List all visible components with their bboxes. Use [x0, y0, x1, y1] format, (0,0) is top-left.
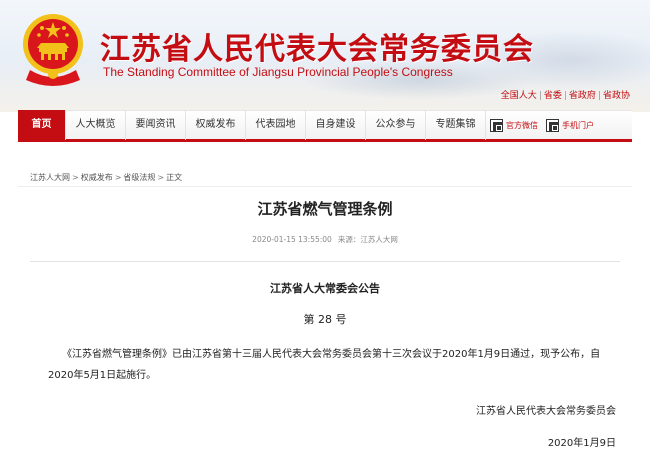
meta-divider	[30, 261, 620, 262]
wechat-label: 官方微信	[506, 120, 538, 130]
nav-item-deputies[interactable]: 代表园地	[246, 110, 306, 140]
notice-title: 江苏省人大常委会公告	[270, 282, 380, 295]
breadcrumb-item-home[interactable]: 江苏人大网	[30, 173, 70, 182]
article-meta: 2020-01-15 13:55:00 来源：江苏人大网	[0, 234, 650, 245]
top-link-cppcc[interactable]: 省政协	[603, 91, 630, 101]
signer: 江苏省人民代表大会常务委员会	[476, 406, 616, 417]
nav-item-overview[interactable]: 人大概览	[66, 110, 126, 140]
mobile-portal-link[interactable]: 手机门户	[542, 110, 598, 140]
header-banner: 江苏省人民代表大会常务委员会 The Standing Committee of…	[0, 0, 650, 112]
nav-item-topics[interactable]: 专题集锦	[426, 110, 486, 140]
breadcrumb: 江苏人大网 > 权威发布 > 省级法规 > 正文	[30, 173, 183, 182]
breadcrumb-item-regulations[interactable]: 省级法规	[123, 173, 155, 182]
nav-item-self-building[interactable]: 自身建设	[306, 110, 366, 140]
article-body: 《江苏省燃气管理条例》已由江苏省第十三届人民代表大会常务委员会第十三次会议于20…	[48, 349, 601, 381]
breadcrumb-item-current: 正文	[166, 173, 183, 182]
top-link-npc[interactable]: 全国人大	[501, 91, 537, 101]
nav-item-releases[interactable]: 权威发布	[186, 110, 246, 140]
main-nav: 首页 人大概览 要闻资讯 权威发布 代表园地 自身建设 公众参与 专题集锦 官方…	[18, 110, 632, 142]
qr-code-icon	[546, 118, 559, 132]
qr-code-icon	[490, 118, 503, 132]
notice-number: 第 28 号	[303, 313, 347, 326]
site-title: 江苏省人民代表大会常务委员会	[100, 32, 534, 67]
breadcrumb-divider	[18, 186, 632, 187]
nav-item-public-participation[interactable]: 公众参与	[366, 110, 426, 140]
nav-item-news[interactable]: 要闻资讯	[126, 110, 186, 140]
top-link-provincial-committee[interactable]: 省委	[544, 91, 562, 101]
article-source: 来源：江苏人大网	[337, 235, 398, 244]
wechat-link[interactable]: 官方微信	[486, 110, 542, 140]
sign-date: 2020年1月9日	[547, 438, 616, 449]
article-datetime: 2020-01-15 13:55:00	[252, 235, 332, 244]
mobile-portal-label: 手机门户	[562, 120, 594, 130]
top-link-provincial-government[interactable]: 省政府	[569, 91, 596, 101]
site-subtitle: The Standing Committee of Jiangsu Provin…	[103, 65, 453, 79]
article-title: 江苏省燃气管理条例	[257, 200, 393, 218]
top-links: 全国人大 | 省委 | 省政府 | 省政协	[500, 91, 630, 101]
national-emblem-icon	[23, 14, 83, 86]
breadcrumb-item-releases[interactable]: 权威发布	[81, 173, 113, 182]
nav-item-home[interactable]: 首页	[18, 110, 66, 140]
